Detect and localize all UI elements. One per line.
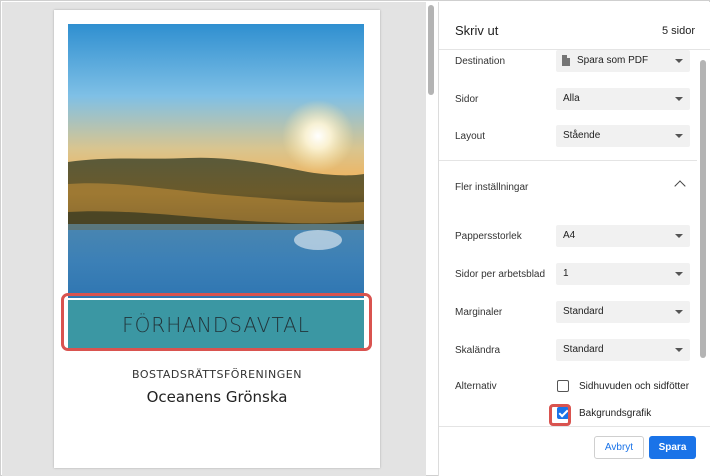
destination-label: Destination xyxy=(455,56,506,67)
scale-select[interactable]: Standard xyxy=(556,339,690,361)
pages-per-sheet-select[interactable]: 1 xyxy=(556,263,690,285)
headers-footers-checkbox[interactable] xyxy=(557,380,569,392)
association-subtitle: BOSTADSRÄTTSFÖRENINGEN xyxy=(132,368,302,381)
paper-size-select[interactable]: A4 xyxy=(556,225,690,247)
destination-value: Spara som PDF xyxy=(577,55,649,66)
layout-label: Layout xyxy=(455,131,486,142)
chevron-down-icon xyxy=(675,272,683,276)
preview-scrollbar[interactable] xyxy=(428,5,434,95)
chevron-down-icon xyxy=(675,348,683,352)
chevron-down-icon xyxy=(675,59,683,63)
preview-page: FÖRHANDSAVTAL BOSTADSRÄTTSFÖRENINGEN Oce… xyxy=(54,10,380,468)
pages-per-sheet-label: Sidor per arbetsblad xyxy=(455,269,546,280)
pages-select[interactable]: Alla xyxy=(556,88,690,110)
chevron-down-icon xyxy=(675,234,683,238)
margins-select[interactable]: Standard xyxy=(556,301,690,323)
pages-value: Alla xyxy=(563,93,580,104)
section-divider xyxy=(439,160,697,161)
document-icon xyxy=(562,55,570,66)
panel-title: Skriv ut xyxy=(455,23,499,38)
chevron-down-icon xyxy=(675,310,683,314)
cancel-button[interactable]: Avbryt xyxy=(594,436,644,459)
layout-value: Stående xyxy=(563,130,601,141)
chevron-up-icon[interactable] xyxy=(674,180,686,192)
chevron-down-icon xyxy=(675,97,683,101)
cover-photo xyxy=(68,24,364,298)
pages-per-sheet-value: 1 xyxy=(563,268,569,279)
layout-select[interactable]: Stående xyxy=(556,125,690,147)
banner-highlight-box xyxy=(61,293,372,351)
paper-size-value: A4 xyxy=(563,230,576,241)
more-settings-toggle[interactable]: Fler inställningar xyxy=(455,182,528,193)
scale-value: Standard xyxy=(563,344,604,355)
print-preview-area: FÖRHANDSAVTAL BOSTADSRÄTTSFÖRENINGEN Oce… xyxy=(2,2,426,476)
panel-header: Skriv ut 5 sidor xyxy=(439,2,710,50)
paper-size-label: Pappersstorlek xyxy=(455,231,522,242)
print-settings-panel: Skriv ut 5 sidor Destination Spara som P… xyxy=(438,2,710,476)
scale-label: Skaländra xyxy=(455,345,501,356)
page-count: 5 sidor xyxy=(661,25,695,37)
margins-label: Marginaler xyxy=(455,307,503,318)
print-window: FÖRHANDSAVTAL BOSTADSRÄTTSFÖRENINGEN Oce… xyxy=(0,0,710,476)
headers-footers-label[interactable]: Sidhuvuden och sidfötter xyxy=(579,381,689,392)
destination-select[interactable]: Spara som PDF xyxy=(556,50,690,72)
save-button[interactable]: Spara xyxy=(649,436,696,459)
background-graphics-label[interactable]: Bakgrundsgrafik xyxy=(579,408,651,419)
pages-label: Sidor xyxy=(455,94,479,105)
options-label: Alternativ xyxy=(455,381,497,392)
checkbox-highlight-box xyxy=(549,404,571,426)
footer-divider xyxy=(439,426,710,427)
association-name: Oceanens Grönska xyxy=(146,388,288,406)
settings-scrollbar[interactable] xyxy=(700,60,706,358)
chevron-down-icon xyxy=(675,134,683,138)
margins-value: Standard xyxy=(563,306,604,317)
